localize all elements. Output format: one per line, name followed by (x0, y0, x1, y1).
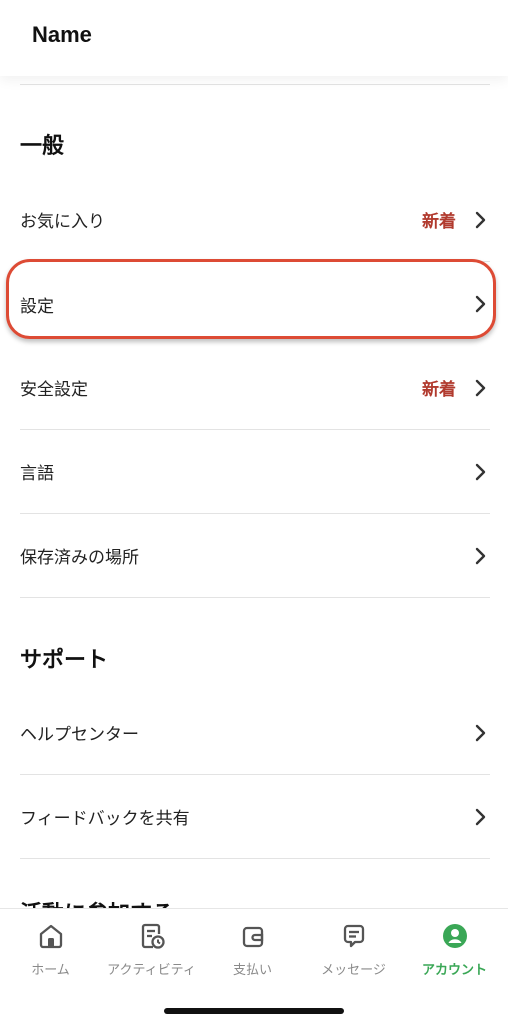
row-label: 安全設定 (20, 380, 88, 400)
page-title: Name (32, 22, 92, 47)
new-badge: 新着 (422, 380, 456, 400)
row-saved-places[interactable]: 保存済みの場所 (20, 514, 490, 598)
tab-account[interactable]: アカウント (404, 921, 505, 981)
row-help-center[interactable]: ヘルプセンター (20, 691, 490, 775)
wallet-icon (238, 921, 268, 951)
section-title-support: サポート (20, 648, 109, 673)
row-settings[interactable]: 設定 (20, 262, 490, 346)
new-badge: 新着 (422, 212, 456, 232)
row-label: 設定 (20, 296, 54, 317)
chevron-right-icon (472, 295, 490, 313)
chevron-right-icon (472, 211, 490, 229)
tab-label: メッセージ (321, 963, 386, 978)
chevron-right-icon (472, 379, 490, 397)
tab-payment[interactable]: 支払い (202, 921, 303, 981)
account-icon (440, 921, 470, 951)
chevron-right-icon (472, 547, 490, 565)
tab-home[interactable]: ホーム (0, 921, 101, 981)
row-safety-settings[interactable]: 安全設定 新着 (20, 346, 490, 430)
tab-bar: ホーム アクティビティ 支払い メッセージ アカウント (0, 908, 508, 1024)
settings-list: 一般 お気に入り 新着 設定 安全設定 新着 言語 保存済みの場所 サポート ヘ… (0, 76, 508, 908)
tab-label: 支払い (232, 963, 272, 978)
tab-label: ホーム (31, 963, 70, 978)
row-label: フィードバックを共有 (20, 809, 190, 829)
tab-activity[interactable]: アクティビティ (101, 921, 202, 981)
chevron-right-icon (472, 808, 490, 826)
header: Name (0, 0, 508, 76)
row-label: 言語 (20, 464, 54, 484)
row-label: ヘルプセンター (20, 725, 139, 745)
activity-icon (137, 921, 167, 951)
divider (20, 84, 490, 85)
section-title-general: 一般 (20, 134, 65, 159)
chevron-right-icon (472, 724, 490, 742)
row-language[interactable]: 言語 (20, 430, 490, 514)
tab-label: アクティビティ (107, 963, 196, 978)
message-icon (339, 921, 369, 951)
row-label: 保存済みの場所 (20, 548, 139, 568)
tab-messages[interactable]: メッセージ (303, 921, 404, 981)
home-indicator (164, 1008, 344, 1014)
home-icon (36, 921, 66, 951)
section-title-partial: 活動に参加する (20, 896, 174, 908)
tab-label: アカウント (421, 963, 487, 978)
chevron-right-icon (472, 463, 490, 481)
row-share-feedback[interactable]: フィードバックを共有 (20, 775, 490, 859)
row-label: お気に入り (20, 212, 105, 232)
row-favorites[interactable]: お気に入り 新着 (20, 178, 490, 262)
